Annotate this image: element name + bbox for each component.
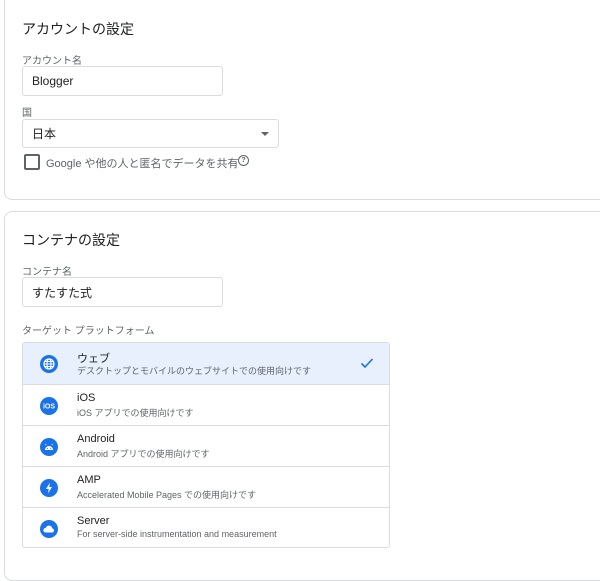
- container-settings-title: コンテナの設定: [22, 232, 120, 248]
- country-label: 国: [22, 108, 32, 119]
- globe-icon: [40, 355, 58, 373]
- account-name-input[interactable]: Blogger: [22, 66, 223, 96]
- ios-icon: iOS: [40, 397, 58, 415]
- platform-option-ios[interactable]: iOS iOS iOS アプリでの使用向けです: [23, 385, 389, 426]
- platform-option-amp[interactable]: AMP Accelerated Mobile Pages での使用向けです: [23, 467, 389, 508]
- chevron-down-icon: [261, 132, 269, 136]
- container-name-input[interactable]: すたすた式: [22, 277, 223, 307]
- platform-desc: Android アプリでの使用向けです: [77, 449, 210, 459]
- platform-name: Android: [77, 433, 115, 445]
- account-name-label: アカウント名: [22, 56, 82, 67]
- container-settings-card: コンテナの設定 コンテナ名 すたすた式 ターゲット プラットフォーム ウェブ デ…: [4, 211, 600, 581]
- account-settings-title: アカウントの設定: [22, 21, 134, 37]
- account-name-value: Blogger: [32, 74, 74, 88]
- help-icon[interactable]: ?: [238, 155, 249, 166]
- platform-name: iOS: [77, 392, 96, 404]
- share-data-label: Google や他の人と匿名でデータを共有: [46, 158, 239, 170]
- platform-option-web[interactable]: ウェブ デスクトップとモバイルのウェブサイトでの使用向けです: [23, 343, 389, 385]
- svg-text:iOS: iOS: [43, 404, 55, 411]
- check-icon: [360, 356, 374, 374]
- platform-option-android[interactable]: Android Android アプリでの使用向けです: [23, 426, 389, 467]
- platform-list: ウェブ デスクトップとモバイルのウェブサイトでの使用向けです iOS iOS i…: [22, 342, 390, 548]
- share-data-checkbox[interactable]: [24, 154, 40, 170]
- platform-name: AMP: [77, 474, 101, 486]
- bolt-icon: [40, 479, 58, 497]
- platform-option-server[interactable]: Server For server-side instrumentation a…: [23, 508, 389, 547]
- target-platform-label: ターゲット プラットフォーム: [22, 326, 155, 337]
- platform-desc: Accelerated Mobile Pages での使用向けです: [77, 490, 257, 500]
- container-name-value: すたすた式: [32, 285, 93, 300]
- container-name-label: コンテナ名: [22, 267, 72, 278]
- country-select[interactable]: 日本: [22, 119, 279, 148]
- country-value: 日本: [32, 127, 57, 141]
- android-icon: [40, 438, 58, 456]
- platform-desc: デスクトップとモバイルのウェブサイトでの使用向けです: [77, 366, 312, 376]
- platform-name: Server: [77, 515, 110, 527]
- platform-desc: iOS アプリでの使用向けです: [77, 408, 194, 418]
- account-settings-card: アカウントの設定 アカウント名 Blogger 国 日本 Google や他の人…: [4, 0, 600, 200]
- platform-desc: For server-side instrumentation and meas…: [77, 529, 277, 539]
- cloud-icon: [40, 520, 58, 538]
